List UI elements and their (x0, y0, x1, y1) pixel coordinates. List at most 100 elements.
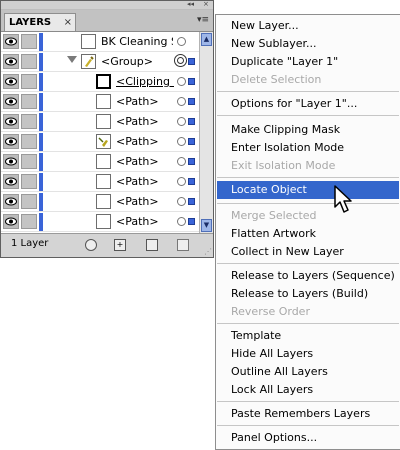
selection-indicator[interactable] (188, 218, 195, 225)
menu-item-duplicate-layer[interactable]: Duplicate "Layer 1" (217, 53, 399, 71)
target-icon-selected[interactable] (174, 54, 187, 67)
menu-item-make-clipping-mask[interactable]: Make Clipping Mask (217, 121, 399, 139)
lock-toggle[interactable] (21, 214, 37, 229)
menu-item-enter-isolation-mode[interactable]: Enter Isolation Mode (217, 139, 399, 157)
new-layer-icon[interactable] (146, 239, 158, 251)
layer-name[interactable]: <Path> (116, 192, 174, 212)
selection-indicator[interactable] (188, 138, 195, 145)
menu-separator (217, 115, 399, 116)
scroll-up-arrow-icon[interactable]: ▲ (201, 33, 212, 46)
menu-item-lock-all-layers[interactable]: Lock All Layers (217, 381, 399, 399)
layer-row[interactable]: <Path> (1, 132, 199, 152)
layer-row[interactable]: <Path> (1, 112, 199, 132)
target-icon[interactable] (177, 197, 186, 206)
target-icon[interactable] (177, 177, 186, 186)
selection-indicator[interactable] (188, 178, 195, 185)
expand-triangle-icon[interactable] (67, 56, 77, 63)
layer-row[interactable]: BK Cleaning S... (1, 32, 199, 52)
selection-indicator[interactable] (188, 158, 195, 165)
target-icon[interactable] (177, 37, 186, 46)
resize-grip-icon[interactable]: ⋰ (204, 248, 212, 256)
layer-row[interactable]: <Path> (1, 192, 199, 212)
layer-row[interactable]: <Group> (1, 52, 199, 72)
menu-item-delete-selection: Delete Selection (231, 73, 322, 86)
lock-toggle[interactable] (21, 134, 37, 149)
menu-item-release-build[interactable]: Release to Layers (Build) (217, 285, 399, 303)
layer-thumbnail (96, 174, 111, 189)
make-clipping-mask-icon[interactable] (85, 239, 97, 251)
target-icon[interactable] (177, 77, 186, 86)
menu-separator (217, 263, 399, 264)
layer-name[interactable]: <Path> (116, 172, 174, 192)
menu-item-paste-remembers-layers[interactable]: Paste Remembers Layers (217, 405, 399, 423)
visibility-toggle[interactable] (3, 54, 19, 69)
new-sublayer-icon[interactable]: + (114, 239, 126, 251)
selection-indicator[interactable] (188, 58, 195, 65)
layer-name[interactable]: <Group> (101, 52, 171, 72)
menu-item-flatten-artwork[interactable]: Flatten Artwork (217, 225, 399, 243)
lock-toggle[interactable] (21, 114, 37, 129)
layer-name[interactable]: <Path> (116, 212, 174, 232)
layer-name[interactable]: <Path> (116, 92, 174, 112)
trash-icon[interactable] (177, 239, 189, 251)
visibility-toggle[interactable] (3, 214, 19, 229)
layer-color-bar (39, 213, 43, 231)
lock-toggle[interactable] (21, 74, 37, 89)
menu-item-collect-in-new-layer[interactable]: Collect in New Layer (217, 243, 399, 261)
visibility-toggle[interactable] (3, 154, 19, 169)
tab-layers[interactable]: LAYERS × (4, 13, 76, 31)
menu-item-layer-options[interactable]: Options for "Layer 1"... (217, 95, 399, 113)
collapse-panel-button[interactable]: ◂◂ (187, 0, 194, 9)
lock-toggle[interactable] (21, 154, 37, 169)
lock-toggle[interactable] (21, 54, 37, 69)
layers-scrollbar[interactable]: ▲ ▼ (199, 32, 213, 233)
close-panel-button[interactable]: × (203, 0, 209, 9)
lock-toggle[interactable] (21, 194, 37, 209)
visibility-toggle[interactable] (3, 34, 19, 49)
selection-indicator[interactable] (188, 118, 195, 125)
layer-name[interactable]: <Path> (116, 152, 174, 172)
visibility-toggle[interactable] (3, 174, 19, 189)
menu-item-locate-object[interactable]: Locate Object (217, 181, 399, 199)
layer-thumbnail (96, 114, 111, 129)
visibility-toggle[interactable] (3, 94, 19, 109)
layer-name[interactable]: BK Cleaning S... (101, 32, 173, 52)
layer-color-bar (39, 173, 43, 191)
target-icon[interactable] (177, 217, 186, 226)
eye-icon (5, 137, 17, 146)
menu-item-new-sublayer[interactable]: New Sublayer... (217, 35, 399, 53)
lock-toggle[interactable] (21, 34, 37, 49)
target-icon[interactable] (177, 97, 186, 106)
scroll-down-arrow-icon[interactable]: ▼ (201, 219, 212, 232)
layers-list: BK Cleaning S... <Group> <Clipping ... (1, 32, 199, 233)
selection-indicator[interactable] (188, 78, 195, 85)
layer-row[interactable]: <Path> (1, 152, 199, 172)
menu-item-template[interactable]: Template (217, 327, 399, 345)
visibility-toggle[interactable] (3, 134, 19, 149)
menu-item-outline-all-layers[interactable]: Outline All Layers (217, 363, 399, 381)
tab-close-icon[interactable]: × (64, 14, 72, 31)
layer-row[interactable]: <Path> (1, 172, 199, 192)
menu-item-panel-options[interactable]: Panel Options... (217, 429, 399, 447)
layer-row[interactable]: <Path> (1, 92, 199, 112)
menu-item-hide-all-layers[interactable]: Hide All Layers (217, 345, 399, 363)
target-icon[interactable] (177, 117, 186, 126)
panel-menu-button[interactable]: ▾≡ (196, 14, 210, 26)
layer-row[interactable]: <Clipping ... (1, 72, 199, 92)
layer-color-bar (39, 153, 43, 171)
menu-item-new-layer[interactable]: New Layer... (217, 17, 399, 35)
lock-toggle[interactable] (21, 94, 37, 109)
target-icon[interactable] (177, 137, 186, 146)
target-icon[interactable] (177, 157, 186, 166)
visibility-toggle[interactable] (3, 194, 19, 209)
layer-name[interactable]: <Clipping ... (116, 72, 174, 92)
visibility-toggle[interactable] (3, 114, 19, 129)
visibility-toggle[interactable] (3, 74, 19, 89)
layer-name[interactable]: <Path> (116, 112, 174, 132)
lock-toggle[interactable] (21, 174, 37, 189)
layer-row[interactable]: <Path> (1, 212, 199, 232)
selection-indicator[interactable] (188, 98, 195, 105)
selection-indicator[interactable] (188, 198, 195, 205)
layer-name[interactable]: <Path> (116, 132, 174, 152)
menu-item-release-sequence[interactable]: Release to Layers (Sequence) (217, 267, 399, 285)
